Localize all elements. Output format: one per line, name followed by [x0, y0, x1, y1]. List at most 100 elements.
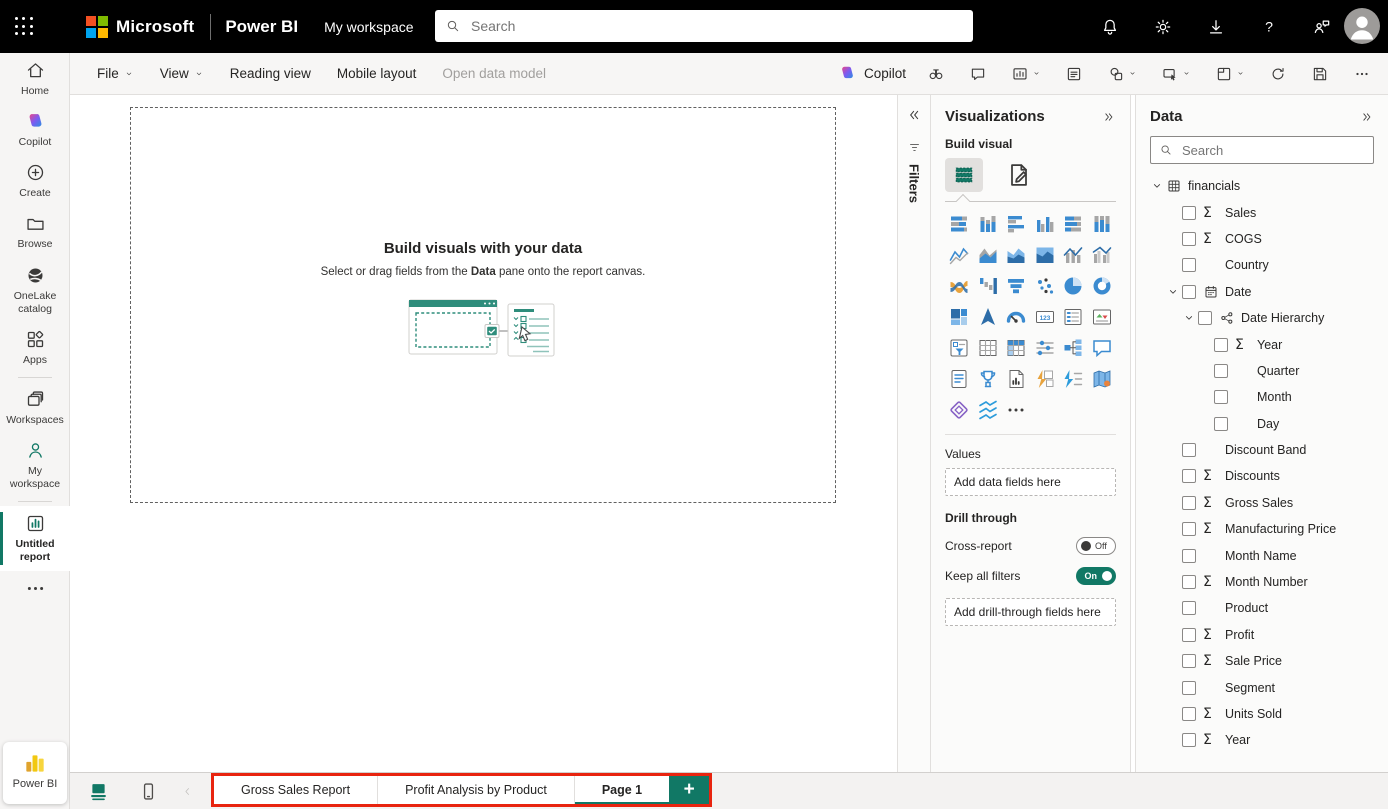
- field-checkbox[interactable]: [1182, 549, 1196, 563]
- goals-icon[interactable]: [976, 367, 1000, 391]
- field-checkbox[interactable]: [1214, 390, 1228, 404]
- field-checkbox[interactable]: [1182, 707, 1196, 721]
- field-row-sale-price[interactable]: ΣSale Price: [1150, 648, 1374, 674]
- decomposition-tree-icon[interactable]: [1061, 336, 1085, 360]
- power-bi-app-switcher[interactable]: Power BI: [3, 742, 67, 804]
- field-row-discount-band[interactable]: Discount Band: [1150, 437, 1374, 463]
- field-row-manufacturing-price[interactable]: ΣManufacturing Price: [1150, 516, 1374, 542]
- line-and-clustered-column-chart-icon[interactable]: [1090, 243, 1114, 267]
- new-visual-button[interactable]: [1004, 59, 1048, 89]
- field-row-date-hierarchy[interactable]: Date Hierarchy: [1150, 305, 1374, 331]
- page-tab-gross-sales-report[interactable]: Gross Sales Report: [214, 776, 378, 804]
- donut-chart-icon[interactable]: [1090, 274, 1114, 298]
- slicer-icon[interactable]: [947, 336, 971, 360]
- smart-narrative-icon[interactable]: [947, 367, 971, 391]
- field-checkbox[interactable]: [1214, 417, 1228, 431]
- clustered-bar-chart-icon[interactable]: [1004, 212, 1028, 236]
- ribbon-chart-icon[interactable]: [947, 274, 971, 298]
- global-search[interactable]: [435, 10, 973, 42]
- field-checkbox[interactable]: [1182, 469, 1196, 483]
- treemap-icon[interactable]: [947, 305, 971, 329]
- stacked-area-chart-icon[interactable]: [1004, 243, 1028, 267]
- more-visuals-icon[interactable]: [1004, 398, 1028, 422]
- account-avatar[interactable]: [1344, 8, 1380, 44]
- global-search-input[interactable]: [469, 17, 963, 35]
- comment-button[interactable]: [962, 59, 994, 89]
- sidebar-item-apps[interactable]: Apps: [0, 322, 70, 373]
- sidebar-item-my-workspace[interactable]: My workspace: [0, 433, 70, 497]
- field-row-year[interactable]: ΣYear: [1150, 331, 1374, 357]
- feedback-icon[interactable]: [1312, 17, 1332, 37]
- settings-icon[interactable]: [1153, 17, 1173, 37]
- field-row-gross-sales[interactable]: ΣGross Sales: [1150, 490, 1374, 516]
- clustered-column-chart-icon[interactable]: [1033, 212, 1057, 236]
- notifications-icon[interactable]: [1100, 17, 1120, 37]
- field-row-discounts[interactable]: ΣDiscounts: [1150, 463, 1374, 489]
- shapes-button[interactable]: [1100, 59, 1144, 89]
- metrics-icon[interactable]: [947, 398, 971, 422]
- cross-report-toggle[interactable]: Off: [1076, 537, 1116, 555]
- field-checkbox[interactable]: [1214, 364, 1228, 378]
- keep-all-filters-toggle[interactable]: On: [1076, 567, 1116, 585]
- field-checkbox[interactable]: [1182, 575, 1196, 589]
- collapse-data-pane-icon[interactable]: [1360, 110, 1374, 124]
- save-button[interactable]: [1304, 59, 1336, 89]
- more-options-button[interactable]: [1346, 59, 1378, 89]
- help-icon[interactable]: ?: [1259, 17, 1279, 37]
- drill-through-field-well[interactable]: Add drill-through fields here: [945, 598, 1116, 626]
- microsoft-logo[interactable]: Microsoft: [86, 16, 194, 38]
- expand-filters-icon[interactable]: [906, 107, 922, 123]
- field-row-month-name[interactable]: Month Name: [1150, 542, 1374, 568]
- frame-button[interactable]: [1208, 59, 1252, 89]
- field-checkbox[interactable]: [1182, 681, 1196, 695]
- menu-item-mobile-layout[interactable]: Mobile layout: [324, 53, 430, 95]
- field-checkbox[interactable]: [1182, 522, 1196, 536]
- field-checkbox[interactable]: [1182, 654, 1196, 668]
- chevron-down-icon[interactable]: [1166, 285, 1180, 299]
- menu-item-file[interactable]: File: [84, 53, 147, 95]
- field-row-day[interactable]: Day: [1150, 411, 1374, 437]
- field-row-units-sold[interactable]: ΣUnits Sold: [1150, 701, 1374, 727]
- field-checkbox[interactable]: [1182, 285, 1196, 299]
- values-field-well[interactable]: Add data fields here: [945, 468, 1116, 496]
- matrix-icon[interactable]: [1004, 336, 1028, 360]
- text-box-button[interactable]: [1058, 59, 1090, 89]
- sidebar-item-copilot[interactable]: Copilot: [0, 104, 70, 155]
- field-checkbox[interactable]: [1214, 338, 1228, 352]
- field-row-segment[interactable]: Segment: [1150, 674, 1374, 700]
- field-row-quarter[interactable]: Quarter: [1150, 358, 1374, 384]
- power-automate-icon[interactable]: [1061, 367, 1085, 391]
- tab-build-visual[interactable]: [945, 158, 983, 192]
- pie-chart-icon[interactable]: [1061, 274, 1085, 298]
- data-search[interactable]: [1150, 136, 1374, 164]
- app-launcher-waffle-icon[interactable]: [0, 0, 48, 53]
- sidebar-item-browse[interactable]: Browse: [0, 206, 70, 257]
- new-slicer-icon[interactable]: [1033, 336, 1057, 360]
- field-row-country[interactable]: Country: [1150, 252, 1374, 278]
- 100-stacked-bar-chart-icon[interactable]: [1061, 212, 1085, 236]
- q-and-a-icon[interactable]: [1090, 336, 1114, 360]
- binoculars-button[interactable]: [920, 59, 952, 89]
- field-row-cogs[interactable]: ΣCOGS: [1150, 226, 1374, 252]
- paginated-report-icon[interactable]: [1004, 367, 1028, 391]
- chevron-down-icon[interactable]: [1182, 311, 1196, 325]
- field-row-financials[interactable]: financials: [1150, 173, 1374, 199]
- arcgis-map-icon[interactable]: [1090, 367, 1114, 391]
- gauge-icon[interactable]: [1004, 305, 1028, 329]
- power-apps-icon[interactable]: [1033, 367, 1057, 391]
- field-row-month[interactable]: Month: [1150, 384, 1374, 410]
- 100-stacked-column-chart-icon[interactable]: [1090, 212, 1114, 236]
- table-icon[interactable]: [976, 336, 1000, 360]
- buttons-button[interactable]: [1154, 59, 1198, 89]
- custom-visual-icon[interactable]: [976, 398, 1000, 422]
- funnel-chart-icon[interactable]: [1004, 274, 1028, 298]
- stacked-bar-chart-icon[interactable]: [947, 212, 971, 236]
- sidebar-item-create[interactable]: Create: [0, 155, 70, 206]
- filters-pane-collapsed[interactable]: Filters: [897, 95, 931, 772]
- new-page-button[interactable]: +: [669, 776, 709, 804]
- area-chart-icon[interactable]: [976, 243, 1000, 267]
- field-checkbox[interactable]: [1198, 311, 1212, 325]
- field-checkbox[interactable]: [1182, 601, 1196, 615]
- field-row-year[interactable]: ΣYear: [1150, 727, 1374, 753]
- mobile-view-icon[interactable]: [138, 781, 159, 802]
